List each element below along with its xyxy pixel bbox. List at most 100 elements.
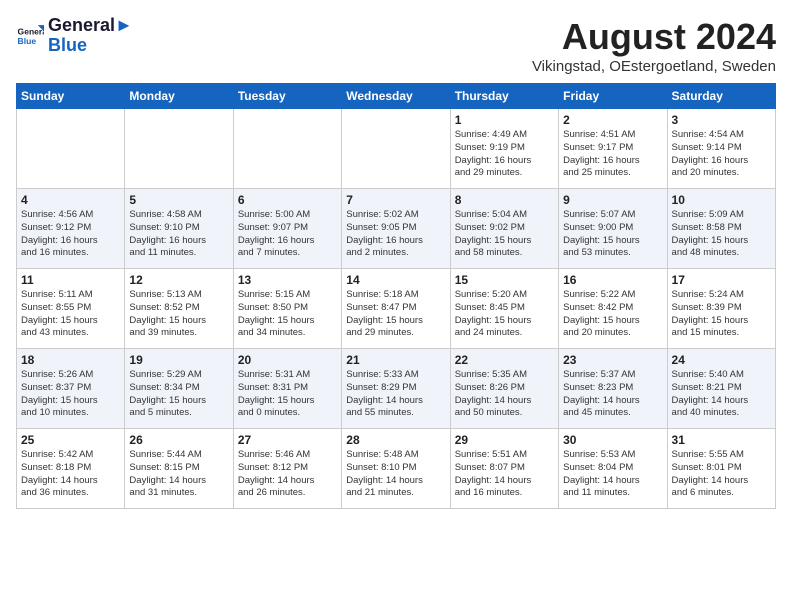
day-content: Sunrise: 5:29 AM Sunset: 8:34 PM Dayligh… xyxy=(129,369,228,420)
day-number: 29 xyxy=(455,433,554,447)
day-content: Sunrise: 5:55 AM Sunset: 8:01 PM Dayligh… xyxy=(672,449,771,500)
calendar-cell: 18 Sunrise: 5:26 AM Sunset: 8:37 PM Dayli… xyxy=(17,349,125,429)
day-number: 7 xyxy=(346,193,445,207)
calendar-cell: 14 Sunrise: 5:18 AM Sunset: 8:47 PM Dayli… xyxy=(342,269,450,349)
day-content: Sunrise: 4:58 AM Sunset: 9:10 PM Dayligh… xyxy=(129,209,228,260)
day-content: Sunrise: 5:15 AM Sunset: 8:50 PM Dayligh… xyxy=(238,289,337,340)
day-content: Sunrise: 5:33 AM Sunset: 8:29 PM Dayligh… xyxy=(346,369,445,420)
calendar-cell: 26 Sunrise: 5:44 AM Sunset: 8:15 PM Dayli… xyxy=(125,429,233,509)
calendar-cell: 27 Sunrise: 5:46 AM Sunset: 8:12 PM Dayli… xyxy=(233,429,341,509)
day-number: 26 xyxy=(129,433,228,447)
day-number: 13 xyxy=(238,273,337,287)
day-number: 25 xyxy=(21,433,120,447)
day-number: 11 xyxy=(21,273,120,287)
calendar-week-4: 18 Sunrise: 5:26 AM Sunset: 8:37 PM Dayli… xyxy=(17,349,776,429)
day-content: Sunrise: 5:42 AM Sunset: 8:18 PM Dayligh… xyxy=(21,449,120,500)
calendar-header: SundayMondayTuesdayWednesdayThursdayFrid… xyxy=(17,84,776,109)
day-content: Sunrise: 5:00 AM Sunset: 9:07 PM Dayligh… xyxy=(238,209,337,260)
calendar-cell: 10 Sunrise: 5:09 AM Sunset: 8:58 PM Dayli… xyxy=(667,189,775,269)
calendar-cell xyxy=(233,109,341,189)
page-header: General Blue General► Blue August 2024 V… xyxy=(16,16,776,75)
day-number: 15 xyxy=(455,273,554,287)
day-number: 19 xyxy=(129,353,228,367)
day-number: 9 xyxy=(563,193,662,207)
calendar-cell: 15Sunrise: 5:20 AM Sunset: 8:45 PM Dayli… xyxy=(450,269,558,349)
day-number: 3 xyxy=(672,113,771,127)
day-number: 5 xyxy=(129,193,228,207)
day-content: Sunrise: 5:37 AM Sunset: 8:23 PM Dayligh… xyxy=(563,369,662,420)
calendar-cell: 4Sunrise: 4:56 AM Sunset: 9:12 PM Daylig… xyxy=(17,189,125,269)
weekday-row: SundayMondayTuesdayWednesdayThursdayFrid… xyxy=(17,84,776,109)
day-content: Sunrise: 5:48 AM Sunset: 8:10 PM Dayligh… xyxy=(346,449,445,500)
day-number: 30 xyxy=(563,433,662,447)
calendar-cell: 24Sunrise: 5:40 AM Sunset: 8:21 PM Dayli… xyxy=(667,349,775,429)
day-content: Sunrise: 5:46 AM Sunset: 8:12 PM Dayligh… xyxy=(238,449,337,500)
calendar-cell xyxy=(125,109,233,189)
day-number: 14 xyxy=(346,273,445,287)
day-content: Sunrise: 5:24 AM Sunset: 8:39 PM Dayligh… xyxy=(672,289,771,340)
calendar-cell: 13 Sunrise: 5:15 AM Sunset: 8:50 PM Dayli… xyxy=(233,269,341,349)
logo-text: General► Blue xyxy=(48,16,133,56)
day-number: 12 xyxy=(129,273,228,287)
calendar-cell: 25 Sunrise: 5:42 AM Sunset: 8:18 PM Dayli… xyxy=(17,429,125,509)
month-title: August 2024 xyxy=(532,16,776,58)
title-area: August 2024 Vikingstad, OEstergoetland, … xyxy=(532,16,776,75)
calendar-week-1: 1 Sunrise: 4:49 AM Sunset: 9:19 PM Daylig… xyxy=(17,109,776,189)
logo: General Blue General► Blue xyxy=(16,16,133,56)
day-content: Sunrise: 5:26 AM Sunset: 8:37 PM Dayligh… xyxy=(21,369,120,420)
calendar-cell xyxy=(342,109,450,189)
day-number: 31 xyxy=(672,433,771,447)
calendar-cell: 7Sunrise: 5:02 AM Sunset: 9:05 PM Daylig… xyxy=(342,189,450,269)
day-number: 18 xyxy=(21,353,120,367)
calendar-cell: 16 Sunrise: 5:22 AM Sunset: 8:42 PM Dayli… xyxy=(559,269,667,349)
svg-text:General: General xyxy=(18,26,44,36)
day-content: Sunrise: 5:22 AM Sunset: 8:42 PM Dayligh… xyxy=(563,289,662,340)
calendar-week-5: 25 Sunrise: 5:42 AM Sunset: 8:18 PM Dayli… xyxy=(17,429,776,509)
day-number: 21 xyxy=(346,353,445,367)
day-content: Sunrise: 5:40 AM Sunset: 8:21 PM Dayligh… xyxy=(672,369,771,420)
day-content: Sunrise: 5:53 AM Sunset: 8:04 PM Dayligh… xyxy=(563,449,662,500)
calendar-cell: 9Sunrise: 5:07 AM Sunset: 9:00 PM Daylig… xyxy=(559,189,667,269)
calendar-cell: 20Sunrise: 5:31 AM Sunset: 8:31 PM Dayli… xyxy=(233,349,341,429)
calendar-cell: 17 Sunrise: 5:24 AM Sunset: 8:39 PM Dayli… xyxy=(667,269,775,349)
day-content: Sunrise: 5:18 AM Sunset: 8:47 PM Dayligh… xyxy=(346,289,445,340)
weekday-header-saturday: Saturday xyxy=(667,84,775,109)
calendar-body: 1 Sunrise: 4:49 AM Sunset: 9:19 PM Daylig… xyxy=(17,109,776,509)
day-number: 16 xyxy=(563,273,662,287)
day-content: Sunrise: 4:49 AM Sunset: 9:19 PM Dayligh… xyxy=(455,129,554,180)
day-number: 1 xyxy=(455,113,554,127)
calendar-cell: 29Sunrise: 5:51 AM Sunset: 8:07 PM Dayli… xyxy=(450,429,558,509)
calendar-cell: 19 Sunrise: 5:29 AM Sunset: 8:34 PM Dayli… xyxy=(125,349,233,429)
day-content: Sunrise: 5:09 AM Sunset: 8:58 PM Dayligh… xyxy=(672,209,771,260)
logo-icon: General Blue xyxy=(16,22,44,50)
calendar-cell: 8 Sunrise: 5:04 AM Sunset: 9:02 PM Daylig… xyxy=(450,189,558,269)
calendar-cell: 12Sunrise: 5:13 AM Sunset: 8:52 PM Dayli… xyxy=(125,269,233,349)
location-subtitle: Vikingstad, OEstergoetland, Sweden xyxy=(532,58,776,75)
day-content: Sunrise: 5:44 AM Sunset: 8:15 PM Dayligh… xyxy=(129,449,228,500)
calendar-week-3: 11Sunrise: 5:11 AM Sunset: 8:55 PM Dayli… xyxy=(17,269,776,349)
day-content: Sunrise: 5:04 AM Sunset: 9:02 PM Dayligh… xyxy=(455,209,554,260)
calendar-week-2: 4Sunrise: 4:56 AM Sunset: 9:12 PM Daylig… xyxy=(17,189,776,269)
calendar-cell xyxy=(17,109,125,189)
calendar-cell: 3 Sunrise: 4:54 AM Sunset: 9:14 PM Daylig… xyxy=(667,109,775,189)
calendar-cell: 28 Sunrise: 5:48 AM Sunset: 8:10 PM Dayli… xyxy=(342,429,450,509)
weekday-header-wednesday: Wednesday xyxy=(342,84,450,109)
day-number: 17 xyxy=(672,273,771,287)
day-content: Sunrise: 5:31 AM Sunset: 8:31 PM Dayligh… xyxy=(238,369,337,420)
calendar-cell: 22Sunrise: 5:35 AM Sunset: 8:26 PM Dayli… xyxy=(450,349,558,429)
day-number: 10 xyxy=(672,193,771,207)
calendar-cell: 11Sunrise: 5:11 AM Sunset: 8:55 PM Dayli… xyxy=(17,269,125,349)
day-number: 6 xyxy=(238,193,337,207)
day-number: 27 xyxy=(238,433,337,447)
weekday-header-monday: Monday xyxy=(125,84,233,109)
day-number: 28 xyxy=(346,433,445,447)
day-number: 4 xyxy=(21,193,120,207)
day-content: Sunrise: 4:54 AM Sunset: 9:14 PM Dayligh… xyxy=(672,129,771,180)
day-number: 8 xyxy=(455,193,554,207)
weekday-header-friday: Friday xyxy=(559,84,667,109)
calendar-cell: 6 Sunrise: 5:00 AM Sunset: 9:07 PM Daylig… xyxy=(233,189,341,269)
weekday-header-thursday: Thursday xyxy=(450,84,558,109)
calendar-cell: 31 Sunrise: 5:55 AM Sunset: 8:01 PM Dayli… xyxy=(667,429,775,509)
calendar-cell: 5 Sunrise: 4:58 AM Sunset: 9:10 PM Daylig… xyxy=(125,189,233,269)
day-number: 23 xyxy=(563,353,662,367)
